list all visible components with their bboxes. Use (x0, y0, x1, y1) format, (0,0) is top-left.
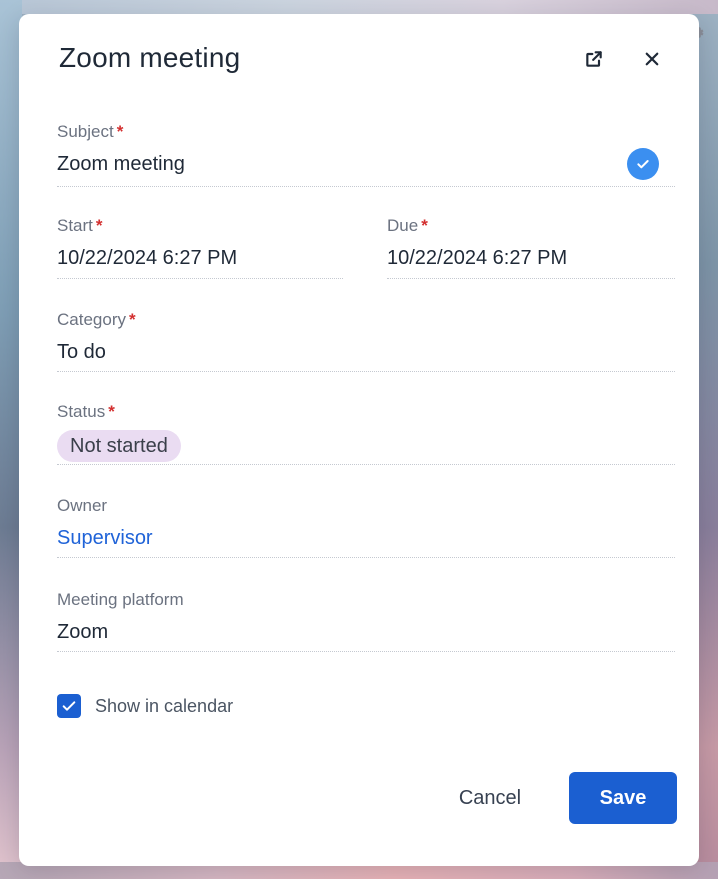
meeting-platform-label: Meeting platform (57, 590, 184, 609)
start-field[interactable]: Start * 10/22/2024 6:27 PM (57, 216, 237, 270)
status-badge: Not started (57, 430, 181, 462)
subject-label: Subject * (57, 122, 124, 141)
required-marker: * (116, 122, 124, 141)
meeting-platform-value: Zoom (57, 621, 109, 643)
dialog-title: Zoom meeting (59, 42, 241, 73)
start-underline (57, 278, 343, 279)
required-marker: * (108, 402, 115, 421)
subject-value: Zoom meeting (57, 153, 185, 175)
meeting-platform-underline (57, 651, 675, 652)
subject-underline (57, 186, 675, 187)
meeting-dialog: Zoom meeting Subject * Zoom meeting Start… (19, 14, 699, 866)
required-marker: * (421, 216, 428, 235)
start-value: 10/22/2024 6:27 PM (57, 247, 238, 269)
meeting-platform-field[interactable]: Meeting platform Zoom (57, 590, 184, 644)
owner-link[interactable]: Supervisor (57, 526, 153, 550)
due-label: Due * (387, 216, 428, 235)
save-button[interactable]: Save (569, 772, 677, 824)
show-in-calendar-checkbox[interactable] (57, 694, 81, 718)
due-underline (387, 278, 675, 279)
due-field[interactable]: Due * 10/22/2024 6:27 PM (387, 216, 567, 270)
status-underline (57, 464, 675, 465)
owner-field[interactable]: Owner Supervisor (57, 496, 153, 550)
check-circle-icon (627, 148, 659, 180)
close-icon[interactable] (639, 46, 665, 72)
backdrop-top (0, 0, 718, 14)
start-label: Start * (57, 216, 103, 235)
open-external-icon[interactable] (581, 46, 607, 72)
category-underline (57, 371, 675, 372)
required-marker: * (95, 216, 103, 235)
status-field[interactable]: Status * Not started (57, 402, 181, 462)
due-value: 10/22/2024 6:27 PM (387, 247, 568, 269)
category-label: Category * (57, 310, 136, 329)
status-label: Status * (57, 402, 115, 421)
required-marker: * (128, 310, 136, 329)
owner-label: Owner (57, 496, 108, 515)
subject-field[interactable]: Subject * Zoom meeting (57, 122, 185, 176)
show-in-calendar-label: Show in calendar (95, 695, 234, 716)
category-value: To do (57, 341, 106, 363)
owner-underline (57, 557, 675, 558)
cancel-button[interactable]: Cancel (435, 774, 545, 822)
show-in-calendar-row[interactable]: Show in calendar (57, 694, 233, 718)
category-field[interactable]: Category * To do (57, 310, 136, 364)
